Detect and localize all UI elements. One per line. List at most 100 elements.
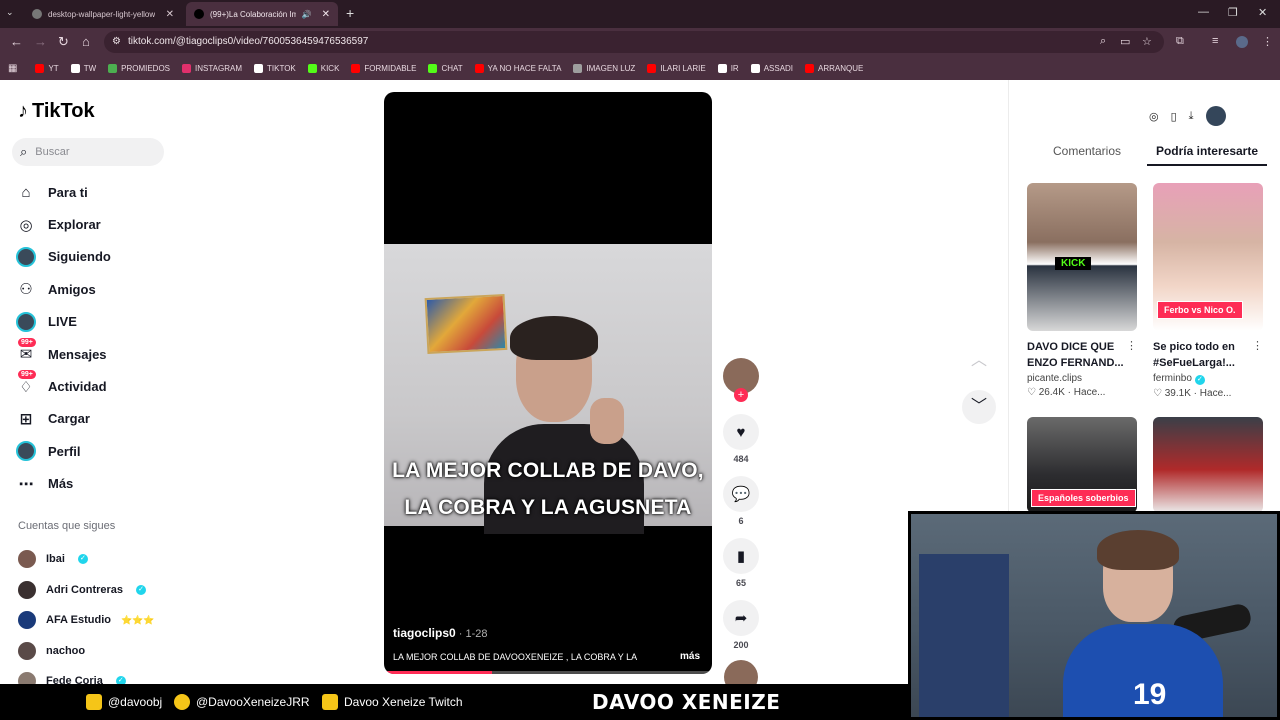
previous-video-button[interactable]: ︿ bbox=[962, 344, 996, 378]
tab-suggested[interactable]: Podría interesarte bbox=[1147, 142, 1267, 166]
share-button[interactable]: ➦ bbox=[723, 600, 759, 636]
suggested-video-card[interactable] bbox=[1153, 417, 1263, 513]
bookmark-item[interactable]: CHAT bbox=[428, 63, 463, 73]
bookmark-item[interactable]: IMAGEN LUZ bbox=[573, 63, 635, 73]
bookmark-item[interactable]: IR bbox=[717, 63, 739, 73]
bookmark-item[interactable]: INSTAGRAM bbox=[182, 63, 242, 73]
back-icon[interactable]: ← bbox=[10, 34, 23, 49]
download-icon[interactable]: ⤓ bbox=[1189, 110, 1194, 123]
bookmark-icon bbox=[108, 63, 118, 73]
video-player[interactable]: LA MEJOR COLLAB DE DAVO, LA COBRA Y LA AG… bbox=[384, 92, 712, 674]
video-thumbnail[interactable]: KICK bbox=[1027, 183, 1137, 331]
tiktok-logo[interactable]: ♪ TikTok bbox=[18, 100, 95, 123]
sidebar-item-actividad[interactable]: ♢ 99+ Actividad bbox=[16, 370, 186, 402]
menu-icon[interactable]: ⋮ bbox=[1262, 35, 1273, 48]
sidebar-item-para-ti[interactable]: ⌂ Para ti bbox=[16, 176, 186, 208]
more-options-icon[interactable]: ⋮ bbox=[1126, 339, 1137, 352]
maximize-button[interactable]: ❐ bbox=[1228, 6, 1238, 19]
site-info-icon[interactable]: ⚙ bbox=[112, 31, 121, 53]
upload-icon: ⊞ bbox=[19, 410, 33, 428]
browser-tab-2[interactable]: (99+)La Colaboración Impe 🔊 ✕ bbox=[186, 2, 338, 26]
card-author[interactable]: ferminbo ✓ bbox=[1153, 373, 1263, 385]
creator-avatar[interactable]: + bbox=[723, 358, 759, 402]
bookmark-icon bbox=[254, 63, 263, 73]
card-author-name[interactable]: ferminbo bbox=[1153, 373, 1192, 384]
sidebar-item-siguiendo[interactable]: Siguiendo bbox=[16, 241, 186, 273]
video-progress-bar[interactable] bbox=[384, 671, 712, 674]
bookmark-label: YT bbox=[48, 63, 59, 73]
video-thumbnail[interactable] bbox=[1153, 417, 1263, 513]
new-tab-button[interactable]: + bbox=[346, 5, 354, 21]
sidebar-item-label: Explorar bbox=[48, 217, 101, 233]
coin-icon[interactable]: ◎ bbox=[1149, 110, 1159, 123]
speaker-icon[interactable]: 🔊 bbox=[302, 10, 312, 19]
comment-button[interactable]: 💬 bbox=[723, 476, 759, 512]
card-title[interactable]: Se pico todo en #SeFueLarga!... bbox=[1153, 339, 1263, 371]
video-thumbnail[interactable]: Españoles soberbios bbox=[1027, 417, 1137, 513]
following-account[interactable]: Adri Contreras ✓ bbox=[18, 575, 188, 606]
user-avatar[interactable] bbox=[1205, 106, 1226, 126]
sidebar-item-explorar[interactable]: ◎ Explorar bbox=[16, 208, 186, 240]
sidebar-item-live[interactable]: LIVE bbox=[16, 306, 186, 338]
panel-tabs: Comentarios Podría interesarte bbox=[1027, 142, 1267, 166]
tab-comments[interactable]: Comentarios bbox=[1027, 142, 1147, 166]
close-tab-icon[interactable]: ✕ bbox=[166, 9, 174, 20]
bookmark-item[interactable]: ARRANQUE bbox=[805, 63, 863, 73]
more-link[interactable]: más bbox=[680, 651, 700, 662]
close-window-button[interactable]: ✕ bbox=[1258, 6, 1267, 19]
tab-title: desktop-wallpaper-light-yellow bbox=[48, 9, 156, 19]
browser-tab-1[interactable]: desktop-wallpaper-light-yellow ✕ bbox=[24, 2, 182, 26]
media-icon[interactable]: ≡ bbox=[1212, 35, 1218, 47]
sidebar-item-mensajes[interactable]: ✉ 99+ Mensajes bbox=[16, 337, 186, 370]
device-icon[interactable]: ▯ bbox=[1171, 110, 1177, 123]
minimize-button[interactable]: — bbox=[1198, 6, 1209, 18]
url-input[interactable]: ⚙ tiktok.com/@tiagoclips0/video/76005364… bbox=[104, 31, 1164, 53]
bookmark-item[interactable]: TW bbox=[70, 63, 96, 73]
suggested-video-card[interactable]: Ferbo vs Nico O. Se pico todo en #SeFueL… bbox=[1153, 183, 1263, 399]
suggested-video-card[interactable]: Españoles soberbios bbox=[1027, 417, 1137, 513]
follow-plus-icon[interactable]: + bbox=[734, 388, 748, 402]
bookmark-item[interactable]: PROMIEDOS bbox=[108, 63, 170, 73]
forward-icon[interactable]: → bbox=[34, 34, 47, 49]
reload-icon[interactable]: ↻ bbox=[58, 34, 69, 50]
save-button[interactable]: ▮ bbox=[723, 538, 759, 574]
search-input[interactable]: ⌕ Buscar bbox=[12, 138, 164, 166]
card-author[interactable]: picante.clips bbox=[1027, 373, 1137, 384]
following-account[interactable]: AFA Estudio ⭐⭐⭐ bbox=[18, 605, 188, 636]
bookmark-item[interactable]: ILARI LARIE bbox=[647, 63, 706, 73]
zoom-icon[interactable]: ⌕ bbox=[1100, 35, 1106, 48]
more-icon: ⋯ bbox=[18, 475, 34, 493]
bookmark-item[interactable]: TIKTOK bbox=[254, 63, 296, 73]
next-video-button[interactable]: ﹀ bbox=[962, 390, 996, 424]
video-author[interactable]: tiagoclips0 · 1-28 bbox=[393, 626, 487, 640]
bookmark-star-icon[interactable]: ☆ bbox=[1142, 35, 1152, 48]
bookmark-item[interactable]: FORMIDABLE bbox=[351, 63, 417, 73]
following-account[interactable]: nachoo bbox=[18, 636, 188, 667]
apps-grid-icon[interactable]: ▦ bbox=[8, 63, 17, 74]
sidebar-item-cargar[interactable]: ⊞ Cargar bbox=[16, 403, 186, 435]
bookmark-item[interactable]: ASSADI bbox=[750, 63, 793, 73]
tab-search-icon[interactable]: ⌄ bbox=[6, 7, 14, 18]
close-tab-icon[interactable]: ✕ bbox=[322, 9, 330, 20]
cast-icon[interactable]: ▭ bbox=[1120, 35, 1130, 48]
like-button[interactable]: ♥ bbox=[723, 414, 759, 450]
twitter-icon bbox=[174, 694, 190, 710]
account-name: nachoo bbox=[46, 644, 86, 657]
more-options-icon[interactable]: ⋮ bbox=[1252, 339, 1263, 352]
account-name: Adri Contreras bbox=[46, 583, 124, 596]
following-account[interactable]: Ibai ✓ bbox=[18, 544, 188, 575]
video-thumbnail[interactable]: Ferbo vs Nico O. bbox=[1153, 183, 1263, 331]
card-title[interactable]: DAVO DICE QUE ENZO FERNAND... bbox=[1027, 339, 1137, 371]
profile-avatar[interactable] bbox=[1236, 36, 1248, 48]
bookmark-item[interactable]: KICK bbox=[307, 63, 339, 73]
bookmark-item[interactable]: YA NO HACE FALTA bbox=[474, 63, 561, 73]
extensions-icon[interactable]: ⧉ bbox=[1176, 35, 1184, 48]
sidebar-item-perfil[interactable]: Perfil bbox=[16, 435, 186, 467]
suggested-video-card[interactable]: KICK DAVO DICE QUE ENZO FERNAND... pican… bbox=[1027, 183, 1137, 398]
bookmark-label: FORMIDABLE bbox=[364, 63, 417, 73]
sidebar-item-más[interactable]: ⋯ Más bbox=[16, 468, 186, 500]
sidebar-item-amigos[interactable]: ⚇ Amigos bbox=[16, 273, 186, 305]
video-author-name[interactable]: tiagoclips0 bbox=[393, 626, 456, 640]
bookmark-item[interactable]: YT bbox=[35, 63, 59, 73]
home-icon[interactable]: ⌂ bbox=[82, 34, 90, 49]
